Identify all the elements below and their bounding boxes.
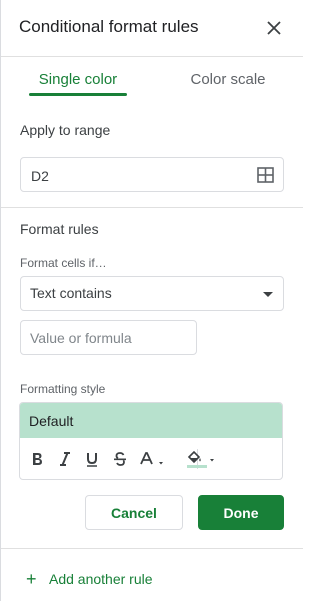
header-divider: [1, 56, 303, 57]
conditional-format-panel: Conditional format rules Single color Co…: [0, 0, 303, 601]
section-divider: [1, 207, 303, 208]
grid-select-icon[interactable]: [257, 167, 274, 183]
text-color-icon[interactable]: [139, 447, 169, 471]
panel-header: Conditional format rules: [1, 0, 303, 56]
style-toolbar: [20, 439, 282, 479]
italic-icon[interactable]: [56, 447, 74, 471]
value-or-formula-input[interactable]: [20, 320, 197, 355]
strikethrough-icon[interactable]: [111, 447, 129, 471]
apply-to-range-label: Apply to range: [20, 122, 111, 138]
formatting-style-label: Formatting style: [20, 382, 106, 396]
panel-title: Conditional format rules: [19, 17, 199, 36]
add-rule-label: Add another rule: [49, 571, 153, 587]
style-preview-dropdown[interactable]: Default: [20, 403, 282, 438]
footer-divider: [1, 548, 303, 549]
condition-dropdown[interactable]: Text contains: [20, 276, 284, 311]
bold-icon[interactable]: [28, 447, 46, 471]
format-cells-if-label: Format cells if…: [20, 256, 107, 270]
fill-color-icon[interactable]: [185, 447, 219, 471]
range-value: D2: [31, 168, 49, 184]
underline-icon[interactable]: [83, 447, 101, 471]
tab-color-scale[interactable]: Color scale: [177, 71, 279, 97]
active-tab-indicator: [29, 93, 127, 96]
formatting-style-box: Default: [19, 402, 283, 480]
close-icon[interactable]: [263, 17, 285, 39]
plus-icon: +: [26, 569, 37, 589]
range-input[interactable]: D2: [20, 157, 284, 192]
condition-value: Text contains: [30, 285, 112, 301]
style-preview-text: Default: [29, 413, 74, 429]
add-another-rule-button[interactable]: + Add another rule: [26, 569, 153, 589]
done-button[interactable]: Done: [198, 495, 284, 530]
format-rules-label: Format rules: [20, 221, 99, 237]
cancel-button[interactable]: Cancel: [85, 495, 183, 530]
chevron-down-icon: [263, 292, 273, 297]
